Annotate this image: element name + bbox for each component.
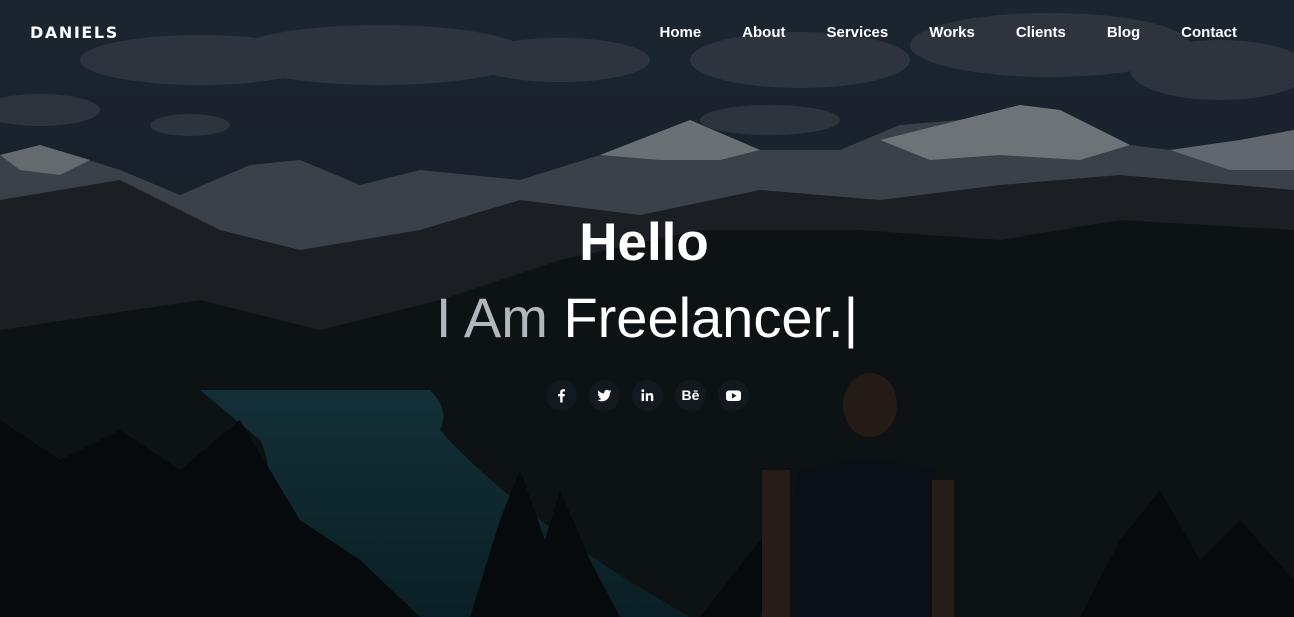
behance-glyph: Bē [681,387,699,403]
nav-item: Home [659,24,701,42]
nav-item: Contact [1181,24,1237,42]
linkedin-button[interactable] [631,380,663,411]
youtube-icon [725,390,741,401]
nav-menu: Home About Services Works Clients Blog C… [659,24,1237,42]
youtube-button[interactable] [717,380,749,411]
twitter-icon [596,389,611,402]
nav-link-home[interactable]: Home [659,24,701,41]
nav-link-works[interactable]: Works [929,24,975,41]
facebook-icon [557,389,565,403]
nav-item: Blog [1107,24,1140,42]
nav-link-contact[interactable]: Contact [1181,24,1237,41]
nav-item: About [742,24,785,42]
brand-logo[interactable]: DANIELS [30,23,119,42]
twitter-button[interactable] [588,380,620,411]
linkedin-icon [640,389,653,402]
nav-item: Services [827,24,889,42]
hero-prefix: I Am [435,286,564,349]
behance-icon: Bē [681,387,699,403]
hero-typed-text: Freelancer. [563,286,844,349]
typing-cursor: | [843,286,859,349]
hero-greeting: Hello [579,213,709,272]
nav-link-about[interactable]: About [742,24,785,41]
social-links: Bē [0,380,1294,411]
nav-link-services[interactable]: Services [827,24,889,41]
hero-tagline: I Am Freelancer.| [0,284,1294,352]
facebook-button[interactable] [545,380,577,411]
nav-item: Clients [1016,24,1066,42]
nav-link-blog[interactable]: Blog [1107,24,1140,41]
nav-item: Works [929,24,975,42]
nav-link-clients[interactable]: Clients [1016,24,1066,41]
navbar: DANIELS Home About Services Works Client… [0,0,1294,66]
hero-content: Hello I Am Freelancer.| [0,210,1294,352]
behance-button[interactable]: Bē [674,380,706,411]
